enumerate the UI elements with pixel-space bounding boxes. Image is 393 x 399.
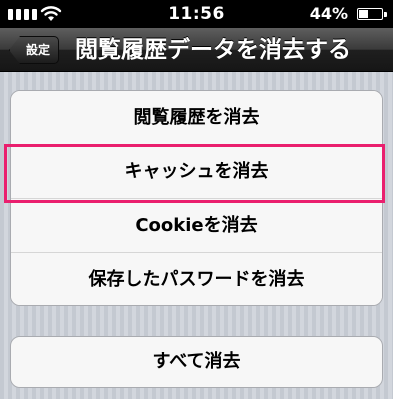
page-title: 閲覧履歴データを消去する bbox=[75, 37, 351, 63]
battery-tip bbox=[384, 12, 387, 17]
clear-history-button[interactable]: 閲覧履歴を消去 bbox=[11, 91, 382, 145]
clear-options-group: 閲覧履歴を消去 キャッシュを消去 Cookieを消去 保存したパスワードを消去 bbox=[10, 90, 383, 306]
clear-all-group: すべて消去 bbox=[10, 336, 383, 388]
status-bar: 11:56 44% bbox=[0, 0, 393, 28]
clear-cookies-button[interactable]: Cookieを消去 bbox=[11, 199, 382, 253]
clear-cache-button[interactable]: キャッシュを消去 bbox=[11, 145, 382, 199]
battery-icon bbox=[357, 8, 383, 20]
clear-all-button[interactable]: すべて消去 bbox=[11, 337, 382, 387]
clear-passwords-button[interactable]: 保存したパスワードを消去 bbox=[11, 253, 382, 305]
battery-percent: 44% bbox=[309, 4, 348, 23]
back-button[interactable]: 設定 bbox=[9, 36, 60, 64]
navigation-bar: 設定 閲覧履歴データを消去する bbox=[0, 28, 393, 72]
